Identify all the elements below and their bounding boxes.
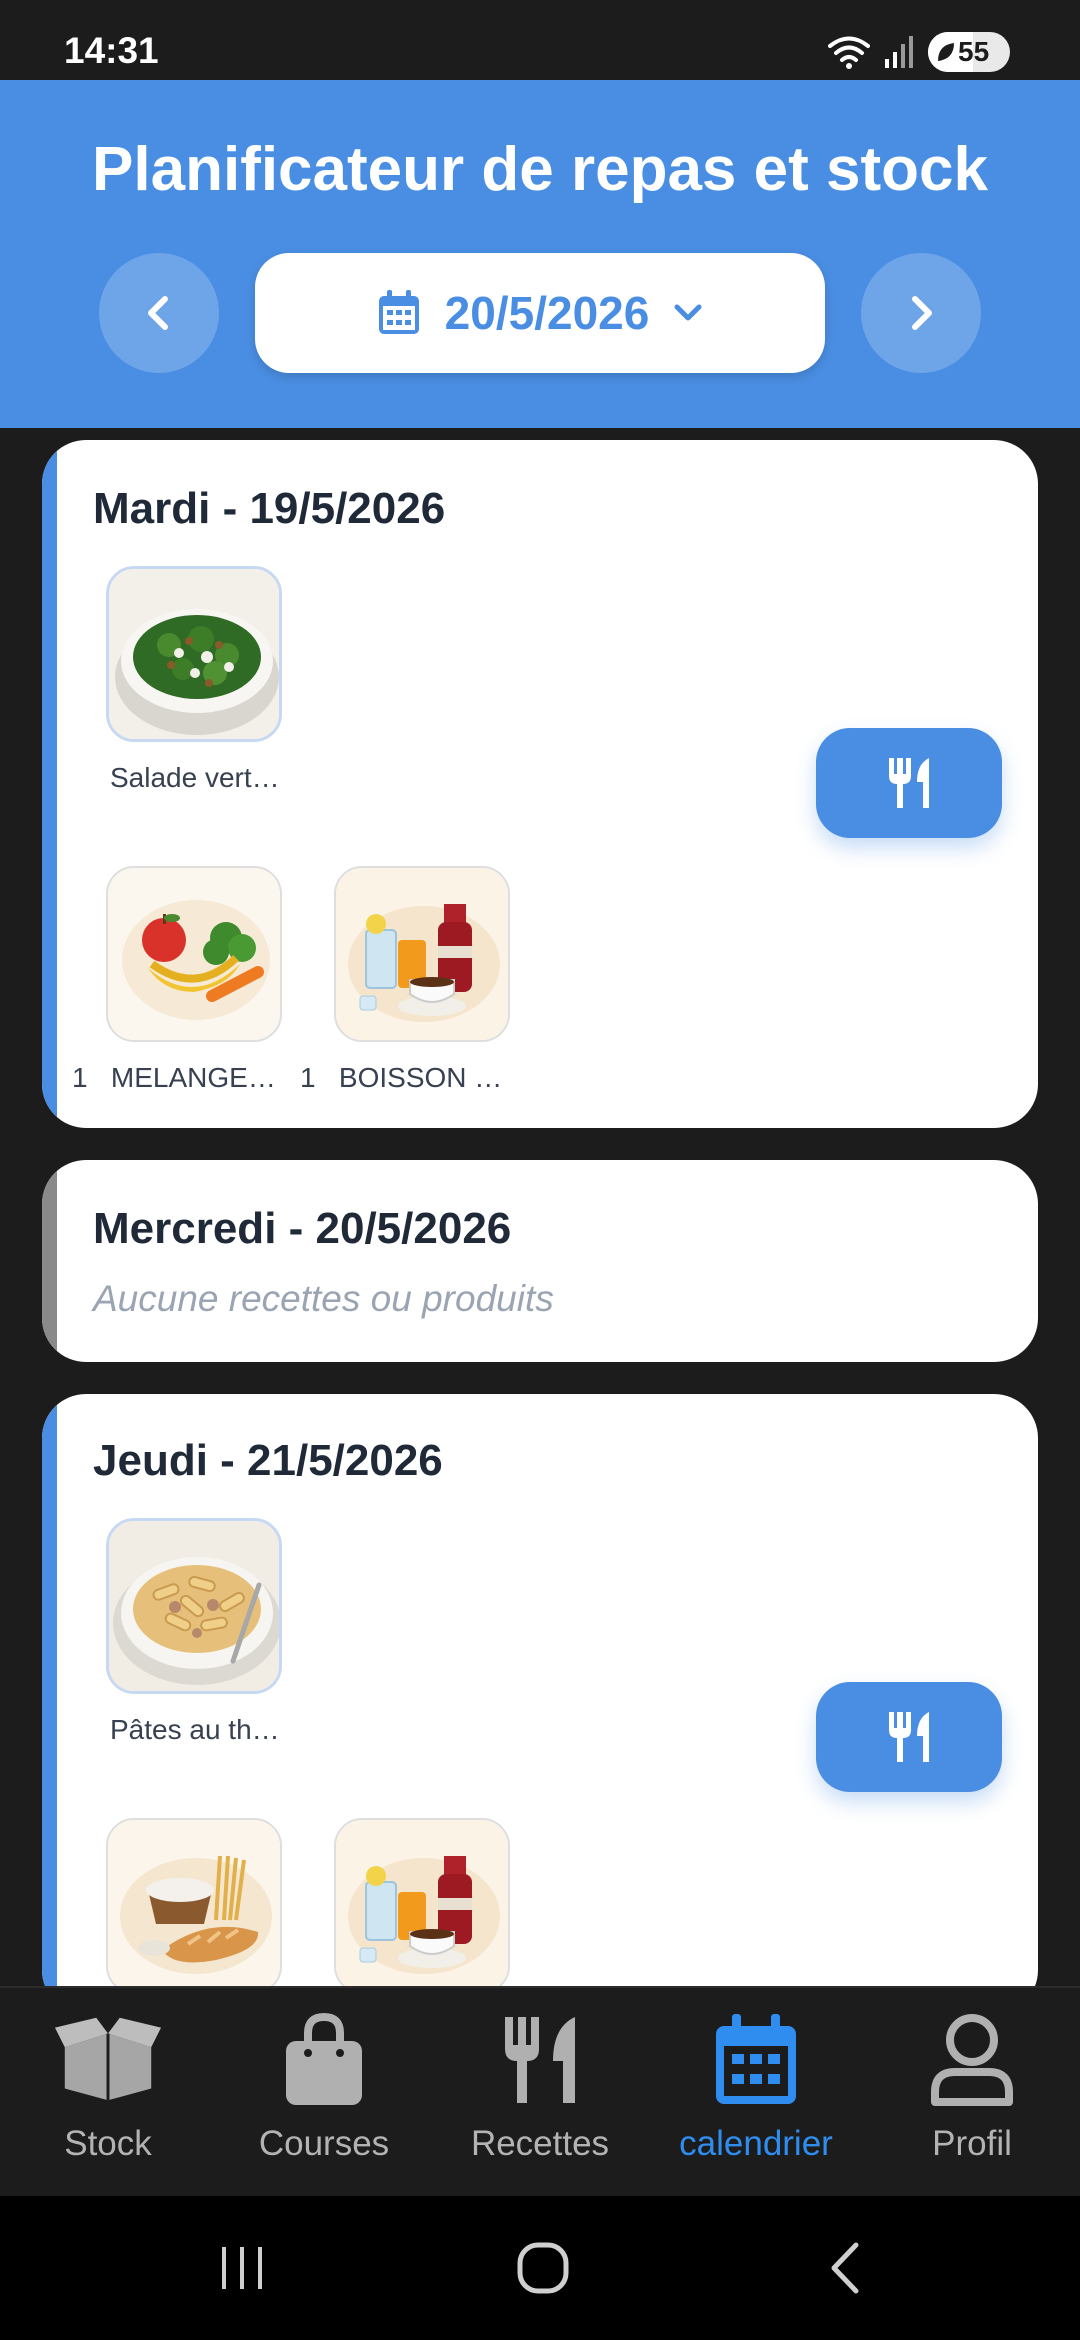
selected-date: 20/5/2026 — [444, 287, 650, 339]
date-picker-button[interactable]: 20/5/2026 — [255, 253, 825, 373]
signal-icon — [885, 36, 913, 68]
bottom-navigation: Stock Courses Recettes calendrier Profil — [0, 1986, 1080, 2198]
status-time: 14:31 — [64, 30, 159, 71]
home-icon — [517, 2242, 569, 2294]
nav-tab-stock[interactable]: Stock — [0, 1988, 216, 2198]
empty-day-message: Aucune recettes ou produits — [93, 1278, 554, 1319]
recipe-image-pasta[interactable] — [106, 1518, 282, 1694]
recent-apps-icon — [222, 2247, 262, 2289]
home-button[interactable] — [483, 2196, 603, 2340]
recipe-image-salad[interactable] — [106, 566, 282, 742]
wifi-icon — [828, 36, 870, 69]
previous-day-button[interactable] — [99, 253, 219, 373]
status-bar: 14:31 55 — [0, 0, 1080, 80]
bag-icon — [269, 2010, 379, 2110]
add-meal-button[interactable] — [816, 728, 1002, 838]
nav-tab-recettes[interactable]: Recettes — [432, 1988, 648, 2198]
chevron-left-icon — [148, 296, 168, 330]
back-icon — [831, 2242, 859, 2294]
recipe-label: Pâtes au th… — [110, 1714, 280, 1745]
battery-percent: 55 — [958, 36, 990, 67]
chevron-right-icon — [912, 296, 932, 330]
system-navigation-bar — [0, 2196, 1080, 2340]
nav-label: Recettes — [470, 2124, 610, 2163]
product-image-drinks[interactable] — [334, 1818, 510, 1994]
product-label: 1 MELANGE… — [72, 1062, 312, 1094]
day-card-tuesday[interactable]: Mardi - 19/5/2026 Salade vert… 1 MELANGE… — [42, 440, 1038, 1128]
calendar-icon — [701, 2010, 811, 2110]
calendar-icon — [378, 290, 419, 334]
day-card-thursday[interactable]: Jeudi - 21/5/2026 Pâtes au th… — [42, 1394, 1038, 2014]
nav-label: Profil — [932, 2124, 1012, 2163]
nav-tab-courses[interactable]: Courses — [216, 1988, 432, 2198]
day-title: Mardi - 19/5/2026 — [93, 484, 446, 533]
product-name: MELANGE… — [110, 1062, 276, 1093]
page-title: Planificateur de repas et stock — [92, 135, 988, 204]
recent-apps-button[interactable] — [182, 2196, 302, 2340]
box-icon — [53, 2010, 163, 2110]
nav-label: calendrier — [679, 2124, 833, 2163]
fork-knife-icon — [889, 758, 929, 808]
status-icons: 55 — [828, 30, 1010, 74]
recipe-label: Salade vert… — [110, 762, 280, 793]
add-meal-button[interactable] — [816, 1682, 1002, 1792]
person-icon — [917, 2010, 1027, 2110]
product-image-drinks[interactable] — [334, 866, 510, 1042]
chevron-down-icon — [674, 304, 702, 321]
fork-knife-icon — [485, 2010, 595, 2110]
day-title: Mercredi - 20/5/2026 — [93, 1204, 512, 1253]
next-day-button[interactable] — [861, 253, 981, 373]
app-header: Planificateur de repas et stock 20/5/202… — [0, 80, 1080, 428]
nav-tab-profil[interactable]: Profil — [864, 1988, 1080, 2198]
day-title: Jeudi - 21/5/2026 — [93, 1436, 443, 1485]
product-image-fruits-vegetables[interactable] — [106, 866, 282, 1042]
leaf-icon — [938, 43, 954, 61]
product-label: 1 BOISSON … — [300, 1062, 540, 1094]
day-card-wednesday[interactable]: Mercredi - 20/5/2026 Aucune recettes ou … — [42, 1160, 1038, 1362]
fork-knife-icon — [889, 1712, 929, 1762]
back-button[interactable] — [786, 2196, 906, 2340]
nav-label: Stock — [64, 2124, 152, 2163]
product-image-bread-grains[interactable] — [106, 1818, 282, 1994]
product-name: BOISSON … — [338, 1062, 503, 1093]
nav-label: Courses — [258, 2124, 390, 2163]
product-quantity: 1 — [72, 1062, 88, 1093]
nav-tab-calendrier[interactable]: calendrier — [648, 1988, 864, 2198]
product-quantity: 1 — [300, 1062, 316, 1093]
battery-indicator: 55 — [928, 32, 1010, 72]
